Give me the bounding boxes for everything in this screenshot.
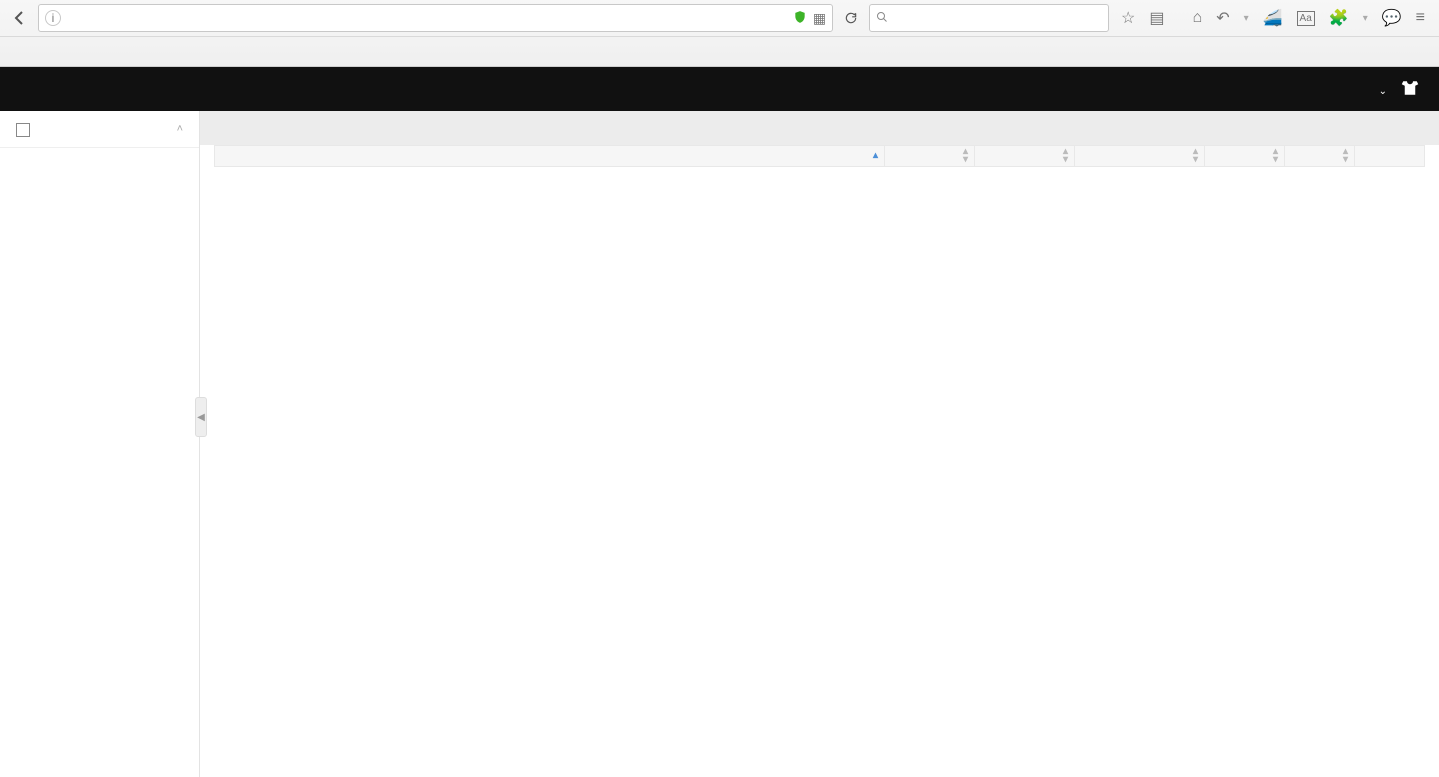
col-delete[interactable]	[1355, 146, 1425, 167]
hamburger-icon[interactable]: ≡	[1416, 9, 1425, 27]
star-icon[interactable]: ☆	[1121, 8, 1135, 28]
bookmarks-bar	[0, 36, 1439, 66]
chevron-up-icon: ˄	[177, 123, 183, 135]
qr-icon[interactable]: ▦	[813, 10, 826, 27]
train-icon[interactable]: 🚄	[1263, 8, 1283, 28]
search-bar[interactable]	[869, 4, 1109, 32]
main: ▴ ▴▾ ▴▾ ▴▾ ▴▾	[200, 111, 1439, 777]
shield-icon[interactable]	[793, 10, 807, 27]
col-author[interactable]: ▴▾	[1075, 146, 1205, 167]
clipboard-icon[interactable]: ▤	[1149, 8, 1164, 28]
reload-button[interactable]	[837, 4, 865, 32]
aa-icon[interactable]: Aa	[1297, 11, 1315, 26]
sidebar: ˄ ◀	[0, 111, 200, 777]
sidebar-group-blog[interactable]: ˄	[0, 111, 199, 148]
home-icon[interactable]: ⌂	[1193, 9, 1203, 27]
sidebar-collapse-handle[interactable]: ◀	[195, 397, 207, 437]
col-category[interactable]: ▴▾	[885, 146, 975, 167]
col-title[interactable]: ▴	[215, 146, 885, 167]
app-header: ⌄	[0, 67, 1439, 111]
dropdown-icon[interactable]: ▾	[1363, 13, 1368, 24]
app-title	[20, 79, 24, 100]
back-button[interactable]	[6, 4, 34, 32]
toolbar-icons: ☆ ▤ ⌂ ↶ ▾ 🚄 Aa 🧩 ▾ 💬 ≡	[1113, 8, 1433, 28]
blog-table: ▴ ▴▾ ▴▾ ▴▾ ▴▾	[214, 145, 1425, 167]
col-edit[interactable]: ▴▾	[1285, 146, 1355, 167]
dropdown-icon[interactable]: ▾	[1244, 13, 1249, 24]
info-icon[interactable]: i	[45, 10, 61, 26]
tabs	[200, 111, 1439, 145]
browser-chrome: i ▦ ☆ ▤ ⌂ ↶ ▾ 🚄 Aa 🧩	[0, 0, 1439, 67]
puzzle-icon[interactable]: 🧩	[1329, 8, 1349, 28]
col-time[interactable]: ▴▾	[975, 146, 1075, 167]
sidebar-item-blog-list[interactable]	[0, 148, 199, 172]
folder-icon	[16, 123, 30, 137]
col-views[interactable]: ▴▾	[1205, 146, 1285, 167]
url-bar[interactable]: i ▦	[38, 4, 833, 32]
user-role-dropdown[interactable]: ⌄	[1376, 81, 1387, 97]
content: ▴ ▴▾ ▴▾ ▴▾ ▴▾	[200, 145, 1439, 777]
chat-icon[interactable]: 💬	[1382, 8, 1402, 28]
undo-icon[interactable]: ↶	[1216, 8, 1229, 28]
theme-icon[interactable]	[1401, 79, 1419, 100]
search-icon	[876, 10, 888, 26]
table-footer	[214, 167, 1425, 177]
